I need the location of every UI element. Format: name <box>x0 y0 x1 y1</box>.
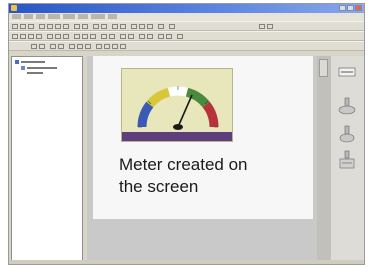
design-canvas[interactable]: Meter created on the screen <box>93 56 313 219</box>
trend-icon[interactable] <box>109 34 115 39</box>
tag-icon[interactable] <box>128 34 134 39</box>
hand-tool-icon[interactable] <box>337 96 357 116</box>
align-center-icon[interactable] <box>77 44 83 49</box>
folder-icon <box>15 60 19 64</box>
tree-item-label <box>27 72 43 74</box>
zoom-in-icon[interactable] <box>93 24 99 29</box>
minimize-button[interactable] <box>339 5 346 11</box>
canvas-caption: Meter created on the screen <box>119 154 299 198</box>
caption-line-2: the screen <box>119 177 199 196</box>
grid-icon[interactable] <box>112 24 118 29</box>
ungroup-icon[interactable] <box>147 34 153 39</box>
menu-file[interactable] <box>12 14 21 19</box>
open-icon[interactable] <box>20 24 26 29</box>
menu-window[interactable] <box>91 14 105 19</box>
font-icon[interactable] <box>31 44 37 49</box>
align-right-icon[interactable] <box>85 44 91 49</box>
layer-icon[interactable] <box>169 24 175 29</box>
meter-tool-icon[interactable] <box>82 34 88 39</box>
chart-icon[interactable] <box>101 34 107 39</box>
distribute-icon[interactable] <box>96 44 102 49</box>
text-tool-icon[interactable] <box>337 62 357 82</box>
text-icon[interactable] <box>55 34 61 39</box>
lock-icon[interactable] <box>177 34 183 39</box>
caption-line-1: Meter created on <box>119 155 248 174</box>
maximize-button[interactable] <box>347 5 354 11</box>
undo-icon[interactable] <box>74 24 80 29</box>
cut-icon[interactable] <box>47 24 53 29</box>
button-icon[interactable] <box>74 34 80 39</box>
group-icon[interactable] <box>139 34 145 39</box>
gauge-segment-blue <box>137 101 154 128</box>
screen-workspace: Meter created on the screen <box>87 56 331 261</box>
border-icon[interactable] <box>58 44 64 49</box>
rotate-icon[interactable] <box>112 44 118 49</box>
tool-palette <box>331 56 364 261</box>
front-icon[interactable] <box>158 34 164 39</box>
gauge-segment-red <box>202 101 219 128</box>
align-icon[interactable] <box>120 24 126 29</box>
save-icon[interactable] <box>28 24 34 29</box>
toolbar-drawing <box>9 31 364 41</box>
gauge-segment-yellow <box>146 87 171 108</box>
bold-icon[interactable] <box>131 24 137 29</box>
tree-item-label <box>21 61 45 63</box>
run-icon[interactable] <box>259 24 265 29</box>
menu-view[interactable] <box>36 14 45 19</box>
scrollbar-thumb[interactable] <box>319 59 328 77</box>
tree-item-sub[interactable] <box>27 71 43 75</box>
title-bar <box>9 4 364 13</box>
tree-item-screen[interactable] <box>21 66 57 70</box>
app-window: Meter created on the screen <box>8 3 365 265</box>
menu-insert[interactable] <box>48 14 60 19</box>
image-icon[interactable] <box>63 34 69 39</box>
stop-icon[interactable] <box>267 24 273 29</box>
flip-icon[interactable] <box>120 44 126 49</box>
ellipse-icon[interactable] <box>36 34 42 39</box>
paste-icon[interactable] <box>63 24 69 29</box>
toolbar-standard <box>9 21 364 31</box>
font-size-icon[interactable] <box>39 44 45 49</box>
meter-label <box>122 132 232 141</box>
back-icon[interactable] <box>166 34 172 39</box>
align-left-icon[interactable] <box>69 44 75 49</box>
line-icon[interactable] <box>20 34 26 39</box>
needle-hub <box>173 124 183 130</box>
rectangle-icon[interactable] <box>28 34 34 39</box>
gauge-needle <box>177 94 193 128</box>
pointer-icon[interactable] <box>12 34 18 39</box>
meter-widget[interactable] <box>121 68 233 142</box>
menu-format[interactable] <box>63 14 75 19</box>
close-button[interactable] <box>355 5 362 11</box>
download-tool-icon[interactable] <box>337 150 357 170</box>
tree-item-label <box>27 67 57 69</box>
copy-icon[interactable] <box>55 24 61 29</box>
project-tree[interactable] <box>11 56 83 261</box>
redo-icon[interactable] <box>82 24 88 29</box>
meter-icon <box>21 66 25 70</box>
print-icon[interactable] <box>39 24 45 29</box>
menu-tools[interactable] <box>78 14 88 19</box>
slider-icon[interactable] <box>90 34 96 39</box>
toolbar-format <box>9 41 364 51</box>
italic-icon[interactable] <box>139 24 145 29</box>
polygon-icon[interactable] <box>47 34 53 39</box>
vertical-scrollbar[interactable] <box>317 56 331 261</box>
gauge-segment-white <box>167 86 189 97</box>
menu-help[interactable] <box>108 14 117 19</box>
app-icon <box>11 5 17 11</box>
underline-icon[interactable] <box>147 24 153 29</box>
menu-bar <box>9 13 364 21</box>
status-bar <box>9 260 364 264</box>
size-icon[interactable] <box>104 44 110 49</box>
color-icon[interactable] <box>158 24 164 29</box>
zoom-out-icon[interactable] <box>101 24 107 29</box>
tree-item-root[interactable] <box>15 60 45 64</box>
menu-edit[interactable] <box>24 14 33 19</box>
alarm-icon[interactable] <box>120 34 126 39</box>
fill-icon[interactable] <box>50 44 56 49</box>
new-icon[interactable] <box>12 24 18 29</box>
upload-tool-icon[interactable] <box>337 124 357 144</box>
